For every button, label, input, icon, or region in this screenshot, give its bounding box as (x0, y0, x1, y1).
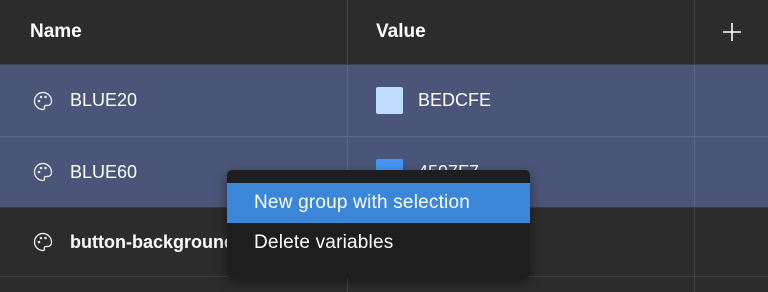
variable-value-cell (348, 277, 695, 292)
palette-icon (33, 162, 53, 182)
empty-mode-cell (695, 277, 768, 292)
empty-mode-cell (695, 137, 768, 207)
variable-name: button-background (70, 231, 235, 252)
variable-name-cell[interactable]: BLUE20 (0, 65, 348, 136)
delete-variables-menu-item[interactable]: Delete variables (227, 223, 530, 263)
name-column-header[interactable]: Name (0, 0, 348, 64)
name-column-label: Name (30, 21, 82, 42)
table-row[interactable]: BLUE20 BEDCFE (0, 65, 768, 137)
empty-mode-cell (695, 65, 768, 136)
variable-value-cell[interactable]: BEDCFE (348, 65, 695, 136)
plus-icon (722, 23, 741, 41)
variable-name: BLUE60 (70, 161, 138, 182)
value-column-label: Value (376, 21, 426, 42)
variable-name: BLUE20 (70, 90, 138, 110)
context-menu: New group with selection Delete variable… (227, 170, 530, 278)
new-group-with-selection-menu-item[interactable]: New group with selection (227, 183, 530, 223)
value-column-header[interactable]: Value (348, 0, 695, 64)
add-column-cell (695, 0, 768, 64)
empty-mode-cell (695, 208, 768, 276)
color-swatch[interactable] (376, 87, 403, 114)
table-header: Name Value (0, 0, 768, 65)
variable-name-cell (0, 277, 348, 292)
hex-value: BEDCFE (418, 90, 492, 110)
palette-icon (33, 232, 53, 252)
add-mode-button[interactable] (695, 0, 768, 64)
table-row (0, 277, 768, 292)
palette-icon (33, 91, 53, 110)
